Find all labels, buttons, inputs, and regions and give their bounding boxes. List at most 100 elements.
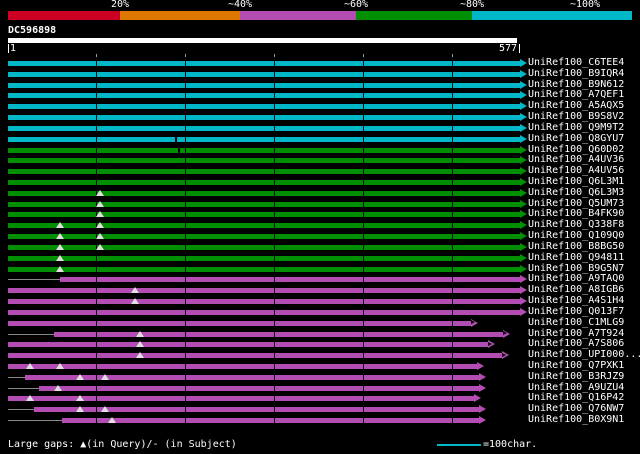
gap-line [8,334,54,335]
mismatch-tick [175,137,177,142]
alignment-bar[interactable] [8,256,520,261]
bar-arrowhead-icon [520,81,527,89]
gap-line [8,377,25,378]
alignment-bar[interactable] [8,93,520,98]
alignment-bar[interactable] [8,353,502,358]
gridline [452,58,453,426]
alignment-bar[interactable] [8,126,520,131]
query-gap-triangle-icon [76,395,84,401]
bar-arrowhead-icon [520,221,527,229]
alignment-bar[interactable] [8,321,471,326]
gap-line [8,420,62,421]
query-gap-triangle-icon [131,287,139,293]
hit-label[interactable]: UniRef100_C1MLG9 [528,318,624,329]
query-gap-triangle-icon [26,395,34,401]
query-gap-triangle-icon [56,255,64,261]
query-gap-triangle-icon [136,352,144,358]
ruler-tick [452,54,453,57]
bar-arrowhead-icon [520,178,527,186]
alignment-bar[interactable] [8,83,520,88]
ruler-tick [96,54,97,57]
bar-arrowhead-icon [479,384,486,392]
alignment-bar[interactable] [8,104,520,109]
alignment-bar[interactable] [8,364,477,369]
query-gap-triangle-icon [26,363,34,369]
bar-arrowhead-icon [520,167,527,175]
query-gap-triangle-icon [108,417,116,423]
alignment-bar[interactable] [8,115,520,120]
alignment-bar[interactable] [8,223,520,228]
query-gap-triangle-icon [76,406,84,412]
query-gap-triangle-icon [101,374,109,380]
bar-arrowhead-icon [502,351,509,359]
key-label: ~60% [344,0,368,10]
key-label: ~40% [228,0,252,10]
key-label: 20% [111,0,129,10]
alignment-bar[interactable] [8,180,520,185]
gridline [96,58,97,426]
hit-label[interactable]: UniRef100_B0X9N1 [528,415,624,426]
ruler-end-pipe [519,44,520,53]
hit-label[interactable]: UniRef100_Q94811 [528,253,624,264]
alignment-bar[interactable] [39,386,479,391]
key-labels-row: 20% ~40% ~60% ~80% ~100% [0,0,640,10]
alignment-bar[interactable] [8,267,520,272]
alignment-bar[interactable] [25,375,479,380]
alignment-bar[interactable] [8,310,520,315]
query-gap-triangle-icon [56,233,64,239]
alignment-bar[interactable] [8,72,520,77]
alignment-bar[interactable] [8,61,520,66]
bar-arrowhead-icon [520,189,527,197]
query-gap-triangle-icon [56,244,64,250]
ruler-end-label: 577 [499,44,517,54]
key-label: ~80% [460,0,484,10]
alignment-bar[interactable] [8,148,520,153]
large-gaps-legend: Large gaps: ▲(in Query)/- (in Subject) [8,439,237,451]
bar-arrowhead-icon [520,308,527,316]
hit-label[interactable]: UniRef100_Q8GYU7 [528,134,624,145]
bar-arrowhead-icon [503,330,510,338]
bar-arrowhead-icon [471,319,478,327]
alignment-bar[interactable] [8,288,520,293]
alignment-bar[interactable] [8,212,520,217]
alignment-bar[interactable] [8,245,520,250]
bar-arrowhead-icon [520,297,527,305]
alignment-bar[interactable] [8,202,520,207]
alignment-bar[interactable] [8,234,520,239]
key-label: ~100% [570,0,600,10]
mismatch-tick [178,148,180,153]
alignment-bar[interactable] [8,137,520,142]
bar-arrowhead-icon [474,394,481,402]
bar-arrowhead-icon [520,113,527,121]
bar-arrowhead-icon [520,156,527,164]
bar-arrowhead-icon [520,200,527,208]
alignment-bar[interactable] [54,332,503,337]
ruler-start-label: 1 [10,44,16,54]
query-gap-triangle-icon [96,244,104,250]
bar-arrowhead-icon [520,135,527,143]
key-color-bar [8,11,632,20]
query-gap-triangle-icon [96,222,104,228]
query-gap-triangle-icon [76,374,84,380]
bar-arrowhead-icon [477,362,484,370]
similarity-overview-page: 20%~40%~60%~80%~100% DC596898 1 577 UniR… [0,0,640,454]
bar-arrowhead-icon [520,243,527,251]
bar-arrowhead-icon [488,340,495,348]
query-bar [8,38,517,43]
query-ruler: 1 577 [0,44,640,56]
hit-label[interactable]: UniRef100_B9IQR4 [528,69,624,80]
alignment-bar[interactable] [8,191,520,196]
alignment-plot: UniRef100_C6TEE4UniRef100_B9IQR4UniRef10… [0,58,640,426]
gridline [185,58,186,426]
alignment-bar[interactable] [8,169,520,174]
gridline [274,58,275,426]
alignment-bar[interactable] [8,299,520,304]
arrowhead-inner [488,342,492,346]
alignment-bar[interactable] [8,342,488,347]
alignment-bar[interactable] [8,158,520,163]
arrowhead-inner [471,320,475,324]
bar-arrowhead-icon [520,124,527,132]
gap-line [8,279,60,280]
alignment-bar[interactable] [62,418,479,423]
hit-label[interactable]: UniRef100_B3RJZ9 [528,372,624,383]
